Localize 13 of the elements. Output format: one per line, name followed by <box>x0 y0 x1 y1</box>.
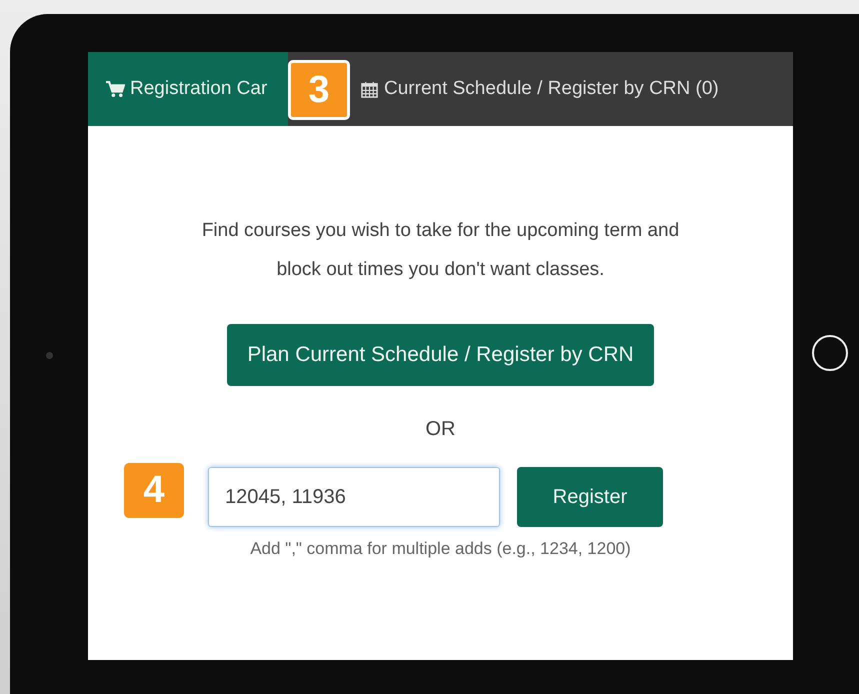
cart-icon <box>106 80 125 98</box>
calendar-icon <box>360 80 379 98</box>
or-separator: OR <box>426 418 456 441</box>
register-button[interactable]: Register <box>517 467 663 527</box>
plan-schedule-button[interactable]: Plan Current Schedule / Register by CRN <box>227 324 654 386</box>
camera-dot <box>46 352 53 359</box>
step-callout: 3 <box>288 60 350 120</box>
crn-input-field[interactable]: 12045, 11936 <box>208 467 500 527</box>
home-button[interactable] <box>812 335 848 371</box>
hint-text: Add "," comma for multiple adds (e.g., 1234, 1200) <box>250 539 631 559</box>
description-text: Find courses you wish to take for the upcoming term and block out times you don't want classes. <box>200 219 680 282</box>
tab[interactable]: Registration Car <box>88 52 288 126</box>
step-callout: 4 <box>124 463 184 518</box>
